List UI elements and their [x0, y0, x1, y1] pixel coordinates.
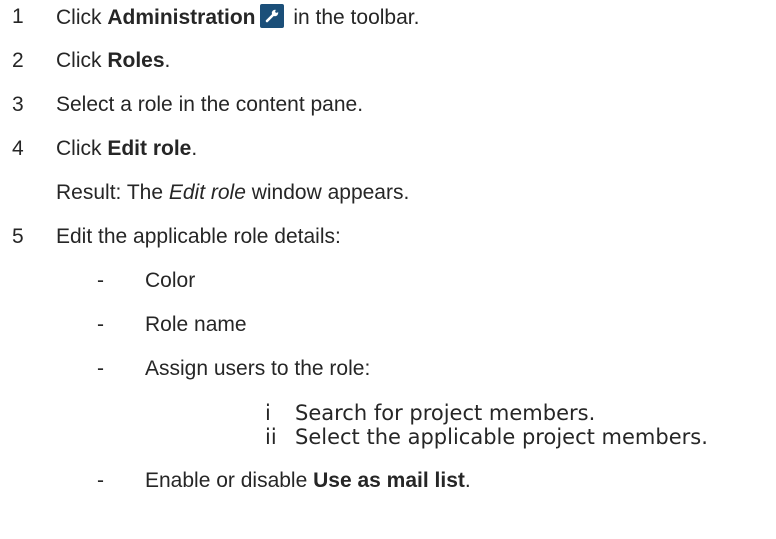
step-text: Click Roles. — [56, 49, 171, 72]
step-number: 2 — [12, 49, 24, 72]
step-number: 3 — [12, 93, 24, 116]
step-number: 1 — [12, 5, 24, 28]
substep-text: Search for project members. — [295, 401, 596, 425]
substep-number: ii — [265, 425, 277, 449]
substep-text: Select the applicable project members. — [295, 425, 708, 449]
result-text: Result: The Edit role window appears. — [56, 181, 410, 204]
dash-bullet: - — [97, 269, 104, 292]
roles-label: Roles — [107, 49, 165, 72]
administration-label: Administration — [107, 6, 256, 29]
dash-bullet: - — [97, 357, 104, 380]
edit-role-window-name: Edit role — [168, 181, 246, 204]
step-text: Edit the applicable role details: — [56, 225, 341, 248]
detail-text: Assign users to the role: — [145, 357, 371, 380]
use-as-mail-list-label: Use as mail list — [313, 469, 465, 492]
step-number: 4 — [12, 137, 24, 160]
step-text: Click Edit role. — [56, 137, 198, 160]
detail-text: Role name — [145, 313, 247, 336]
step-text: Click Administration in the toolbar. — [56, 4, 420, 29]
substep-number: i — [265, 401, 271, 425]
detail-text: Color — [145, 269, 196, 292]
wrench-icon — [259, 4, 284, 28]
dash-bullet: - — [97, 313, 104, 336]
dash-bullet: - — [97, 469, 104, 492]
step-text: Select a role in the content pane. — [56, 93, 364, 116]
step-number: 5 — [12, 225, 24, 248]
detail-text: Enable or disable Use as mail list. — [145, 469, 471, 492]
edit-role-label: Edit role — [107, 137, 192, 160]
